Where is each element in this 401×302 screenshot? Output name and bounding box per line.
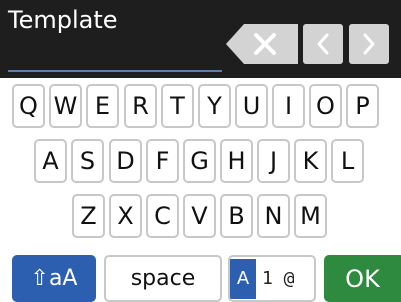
chevron-left-icon bbox=[317, 33, 329, 55]
key-j[interactable]: J bbox=[257, 139, 290, 183]
header-bar: Template bbox=[0, 0, 401, 78]
key-g[interactable]: G bbox=[183, 139, 216, 183]
key-h[interactable]: H bbox=[220, 139, 253, 183]
backspace-button[interactable] bbox=[226, 24, 298, 64]
key-e[interactable]: E bbox=[86, 84, 119, 128]
key-s[interactable]: S bbox=[71, 139, 104, 183]
ok-button[interactable]: OK bbox=[324, 255, 401, 302]
shift-case-button[interactable]: ⇧aA bbox=[12, 255, 96, 302]
space-button[interactable]: space bbox=[104, 255, 222, 302]
key-y[interactable]: Y bbox=[198, 84, 231, 128]
key-m[interactable]: M bbox=[294, 194, 327, 238]
key-l[interactable]: L bbox=[331, 139, 364, 183]
key-f[interactable]: F bbox=[146, 139, 179, 183]
backspace-x-icon bbox=[254, 33, 276, 55]
chevron-right-icon bbox=[363, 33, 375, 55]
key-k[interactable]: K bbox=[294, 139, 327, 183]
key-x[interactable]: X bbox=[109, 194, 142, 238]
key-q[interactable]: Q bbox=[12, 84, 45, 128]
cursor-right-button[interactable] bbox=[349, 24, 389, 64]
key-o[interactable]: O bbox=[309, 84, 342, 128]
key-t[interactable]: T bbox=[161, 84, 194, 128]
input-mode-button[interactable]: A 1 @ bbox=[228, 255, 316, 302]
key-b[interactable]: B bbox=[220, 194, 253, 238]
mode-other-label: 1 @ bbox=[262, 268, 295, 289]
key-n[interactable]: N bbox=[257, 194, 290, 238]
key-p[interactable]: P bbox=[346, 84, 379, 128]
key-c[interactable]: C bbox=[146, 194, 179, 238]
key-v[interactable]: V bbox=[183, 194, 216, 238]
key-d[interactable]: D bbox=[109, 139, 142, 183]
input-underline bbox=[8, 70, 222, 72]
cursor-left-button[interactable] bbox=[303, 24, 343, 64]
key-u[interactable]: U bbox=[235, 84, 268, 128]
key-a[interactable]: A bbox=[34, 139, 67, 183]
key-w[interactable]: W bbox=[49, 84, 82, 128]
key-z[interactable]: Z bbox=[72, 194, 105, 238]
key-r[interactable]: R bbox=[124, 84, 157, 128]
input-field-text[interactable]: Template bbox=[8, 6, 118, 34]
mode-active-label: A bbox=[230, 258, 256, 299]
key-i[interactable]: I bbox=[272, 84, 305, 128]
